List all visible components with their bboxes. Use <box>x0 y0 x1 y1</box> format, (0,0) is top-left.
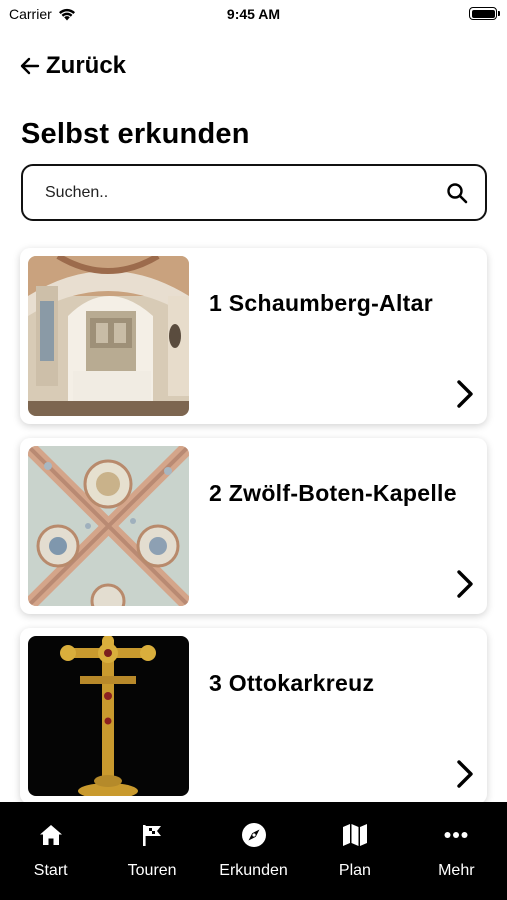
golden-cross-photo <box>28 636 189 796</box>
tab-label: Erkunden <box>219 862 288 879</box>
flag-icon <box>139 822 165 848</box>
list-item[interactable]: 1 Schaumberg-Altar <box>20 248 487 424</box>
list-item[interactable]: 2 Zwölf-Boten-Kapelle <box>20 438 487 614</box>
compass-icon <box>241 822 267 848</box>
chevron-right-icon <box>457 570 473 598</box>
back-label: Zurück <box>46 52 127 79</box>
chevron-right-icon <box>457 380 473 408</box>
tab-label: Touren <box>127 862 177 879</box>
list-item-title: 3 Ottokarkreuz <box>209 670 375 696</box>
chevron-right-icon <box>457 760 473 788</box>
search-icon[interactable] <box>445 181 469 205</box>
search-bar[interactable] <box>21 164 487 221</box>
more-icon <box>443 822 469 848</box>
page-title: Selbst erkunden <box>21 118 250 150</box>
tab-mehr[interactable]: Mehr <box>406 802 507 900</box>
tab-plan[interactable]: Plan <box>304 802 405 900</box>
map-icon <box>342 822 368 848</box>
tab-erkunden[interactable]: Erkunden <box>203 802 304 900</box>
ceiling-fresco-photo <box>28 446 189 606</box>
clock: 9:45 AM <box>226 6 281 22</box>
home-icon <box>38 822 64 848</box>
list-item-title: 1 Schaumberg-Altar <box>209 290 433 316</box>
search-input[interactable] <box>45 183 445 202</box>
back-button[interactable]: Zurück <box>18 52 126 80</box>
tab-label: Plan <box>338 862 371 879</box>
arrow-left-icon <box>20 57 40 75</box>
list-item[interactable]: 3 Ottokarkreuz <box>20 628 487 804</box>
tab-label: Start <box>33 862 68 879</box>
tab-touren[interactable]: Touren <box>101 802 202 900</box>
tab-bar: Start Touren Erkunden Plan Mehr <box>0 802 507 900</box>
status-bar: Carrier 9:45 AM <box>0 0 507 30</box>
tab-start[interactable]: Start <box>0 802 101 900</box>
battery-icon <box>469 7 500 20</box>
list-item-title: 2 Zwölf-Boten-Kapelle <box>209 480 457 506</box>
altar-photo <box>28 256 189 416</box>
tab-label: Mehr <box>438 862 475 879</box>
